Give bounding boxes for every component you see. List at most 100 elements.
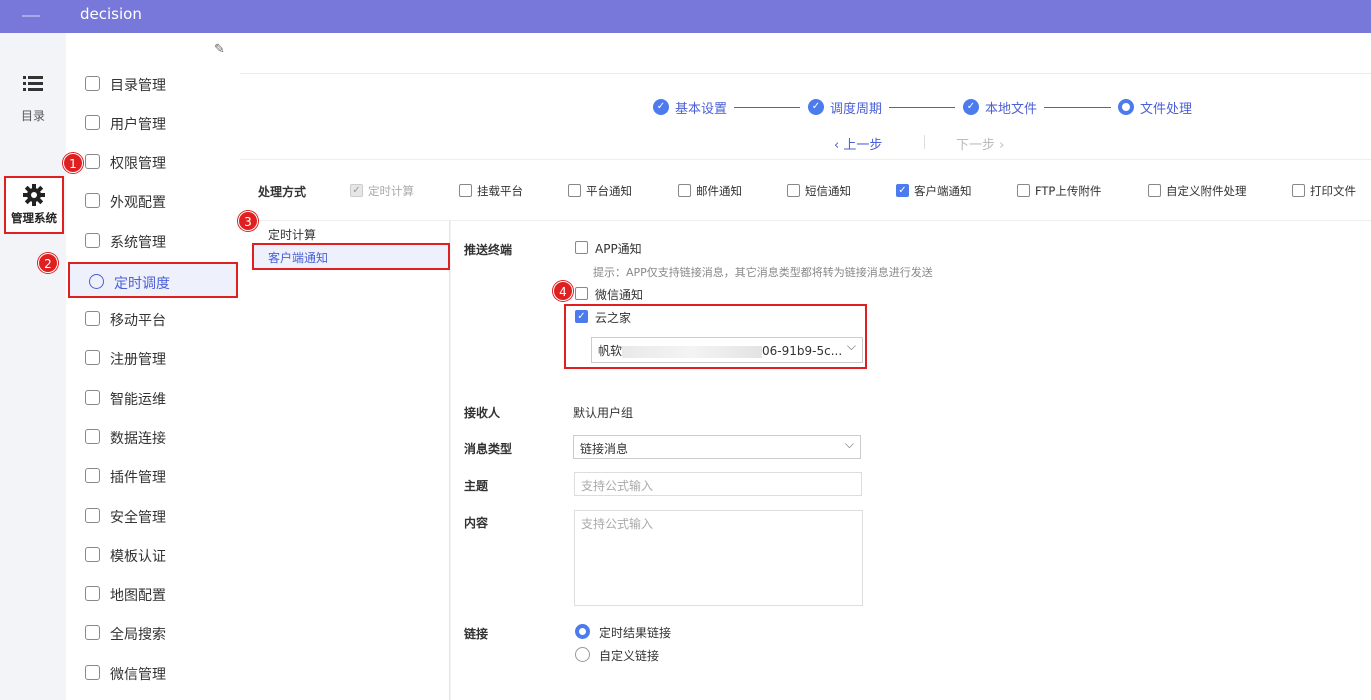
next-step-button[interactable]: 下一步 › bbox=[956, 134, 1004, 153]
step-label: 基本设置 bbox=[675, 102, 728, 117]
map-icon bbox=[85, 586, 100, 601]
rail-directory[interactable]: 目录 bbox=[0, 75, 66, 124]
checkbox[interactable] bbox=[575, 241, 588, 254]
step-connector bbox=[1044, 107, 1111, 108]
menu-item-label: 地图配置 bbox=[110, 588, 166, 604]
list-icon bbox=[23, 76, 43, 91]
directory-icon bbox=[85, 76, 100, 91]
current-step-icon bbox=[1118, 99, 1134, 115]
option-label: 客户端通知 bbox=[914, 184, 972, 198]
gear-icon bbox=[23, 184, 45, 206]
checkbox[interactable] bbox=[787, 184, 800, 197]
menu-item-data-connection[interactable]: 数据连接 bbox=[66, 419, 240, 455]
annotation-badge: 3 bbox=[238, 211, 258, 231]
receiver-label: 接收人 bbox=[464, 406, 501, 420]
checkbox[interactable]: ✓ bbox=[896, 184, 909, 197]
prev-step-button[interactable]: ‹ 上一步 bbox=[834, 134, 882, 153]
checkbox[interactable] bbox=[568, 184, 581, 197]
menu-item-plugins[interactable]: 插件管理 bbox=[66, 458, 240, 494]
chevron-down-icon: ⌵ bbox=[846, 339, 856, 353]
sidebar-menu: ✎ 目录管理 用户管理 权限管理 外观配置 系统管理 定时调度 移动平台 注册管… bbox=[66, 33, 240, 700]
puzzle-icon bbox=[85, 468, 100, 483]
select-value-suffix: 06-91b9-5c... bbox=[762, 344, 843, 358]
annotation-badge: 2 bbox=[38, 253, 58, 273]
lock-icon bbox=[85, 154, 100, 169]
option-label: 邮件通知 bbox=[696, 184, 742, 198]
checkbox[interactable] bbox=[1292, 184, 1305, 197]
menu-item-label: 模板认证 bbox=[110, 549, 166, 565]
checkbox[interactable] bbox=[1017, 184, 1030, 197]
checkbox[interactable] bbox=[459, 184, 472, 197]
processing-options: 处理方式 ✓ 定时计算 挂载平台 平台通知 邮件通知 短信通知 ✓ 客户端通知 FT… bbox=[240, 159, 1371, 221]
menu-item-template-auth[interactable]: 模板认证 bbox=[66, 537, 240, 573]
option-label: 平台通知 bbox=[586, 184, 632, 198]
push-terminal-label: 推送终端 bbox=[464, 243, 513, 257]
step-progress: ✓ 基本设置 ✓ 调度周期 ✓ 本地文件 文件处理 ‹ 上一步 下一步 › bbox=[240, 73, 1371, 159]
link-icon bbox=[85, 429, 100, 444]
step-label: 文件处理 bbox=[1140, 102, 1193, 117]
brush-icon bbox=[85, 193, 100, 208]
menu-item-schedule[interactable]: 定时调度 bbox=[68, 262, 238, 298]
rail-management[interactable]: 管理系统 bbox=[4, 176, 64, 234]
subject-input[interactable]: 支持公式输入 bbox=[574, 472, 862, 496]
content-header bbox=[240, 33, 1371, 73]
checkbox[interactable]: ✓ bbox=[575, 310, 588, 323]
message-type-label: 消息类型 bbox=[464, 442, 513, 456]
subject-placeholder: 支持公式输入 bbox=[581, 479, 654, 493]
app-hint: 提示：APP仅支持链接消息，其它消息类型都将转为链接消息进行发送 bbox=[593, 266, 933, 279]
menu-item-users[interactable]: 用户管理 bbox=[66, 105, 240, 141]
step-connector bbox=[734, 107, 800, 108]
option-label: 云之家 bbox=[595, 311, 632, 325]
menu-item-directory[interactable]: 目录管理 bbox=[66, 66, 240, 102]
rail-directory-label: 目录 bbox=[20, 109, 45, 123]
menu-item-label: 数据连接 bbox=[110, 431, 166, 447]
menu-item-label: 定时调度 bbox=[114, 276, 170, 292]
check-icon: ✓ bbox=[963, 99, 979, 115]
mobile-icon bbox=[85, 311, 100, 326]
subject-label: 主题 bbox=[464, 479, 489, 493]
checkbox: ✓ bbox=[350, 184, 363, 197]
option-label: 定时结果链接 bbox=[599, 626, 672, 640]
option-label: APP通知 bbox=[595, 242, 642, 256]
menu-item-system[interactable]: 系统管理 bbox=[66, 223, 240, 259]
menu-item-security[interactable]: 安全管理 bbox=[66, 498, 240, 534]
radio-button[interactable] bbox=[575, 624, 590, 639]
menu-item-ops[interactable]: 智能运维 bbox=[66, 380, 240, 416]
user-icon bbox=[85, 115, 100, 130]
menu-item-wechat[interactable]: 微信管理 bbox=[66, 655, 240, 691]
option-label: 短信通知 bbox=[805, 184, 851, 198]
yunzhijia-app-select[interactable]: 帆软 06-91b9-5c... ⌵ bbox=[591, 337, 863, 363]
message-type-select[interactable]: 链接消息 ⌵ bbox=[573, 435, 861, 459]
annotation-badge: 1 bbox=[63, 153, 83, 173]
subnav-item-client-notify[interactable]: 客户端通知 bbox=[252, 243, 450, 270]
clock-icon bbox=[89, 274, 104, 289]
checkbox[interactable] bbox=[1148, 184, 1161, 197]
menu-item-global-search[interactable]: 全局搜索 bbox=[66, 615, 240, 651]
rail-management-label: 管理系统 bbox=[11, 211, 57, 225]
menu-item-map[interactable]: 地图配置 bbox=[66, 576, 240, 612]
subnav-item-scheduled-calc[interactable]: 定时计算 bbox=[268, 226, 316, 243]
content-label: 内容 bbox=[464, 516, 489, 530]
annotation-badge: 4 bbox=[553, 281, 573, 301]
menu-item-mobile[interactable]: 移动平台 bbox=[66, 301, 240, 337]
processing-label: 处理方式 bbox=[258, 185, 307, 199]
option-label: 定时计算 bbox=[368, 184, 414, 198]
menu-item-label: 外观配置 bbox=[110, 195, 166, 211]
checkbox[interactable] bbox=[678, 184, 691, 197]
receiver-value: 默认用户组 bbox=[573, 406, 634, 420]
menu-item-appearance[interactable]: 外观配置 bbox=[66, 183, 240, 219]
content-textarea[interactable]: 支持公式输入 bbox=[574, 510, 863, 606]
step-connector bbox=[889, 107, 955, 108]
chevron-down-icon: ⌵ bbox=[844, 437, 854, 451]
menu-item-permissions[interactable]: 权限管理 bbox=[66, 144, 240, 180]
menu-item-label: 注册管理 bbox=[110, 352, 166, 368]
registration-icon bbox=[85, 350, 100, 365]
option-label: FTP上传附件 bbox=[1035, 184, 1102, 198]
option-label: 挂载平台 bbox=[477, 184, 523, 198]
menu-item-registration[interactable]: 注册管理 bbox=[66, 340, 240, 376]
radio-button[interactable] bbox=[575, 647, 590, 662]
redacted-region bbox=[622, 345, 763, 358]
icon-rail: 目录 管理系统 bbox=[0, 33, 66, 700]
checkbox[interactable] bbox=[575, 287, 588, 300]
pin-icon[interactable]: ✎ bbox=[214, 42, 225, 57]
